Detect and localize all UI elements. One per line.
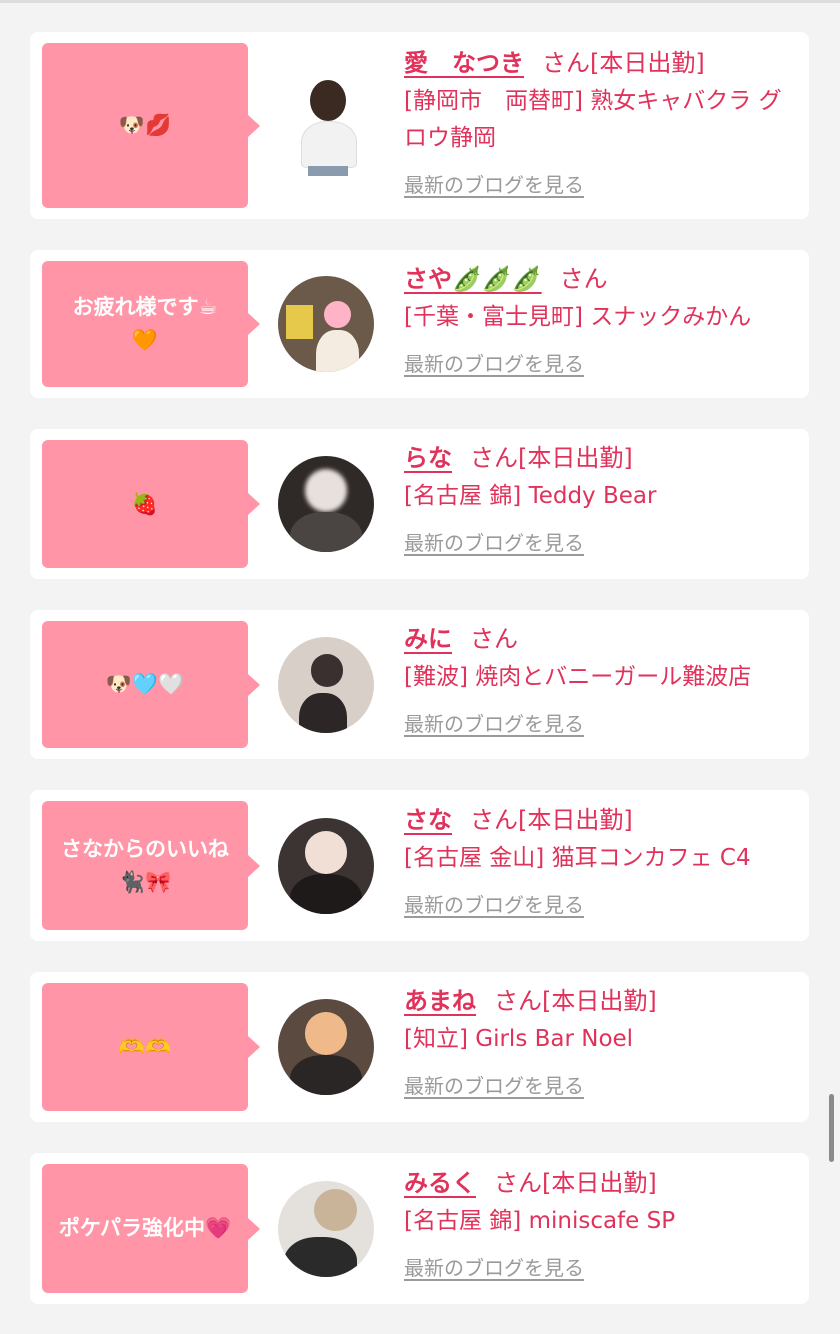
- girl-photo-icon[interactable]: [278, 999, 374, 1095]
- bubble-text: 🐶💋: [118, 113, 172, 137]
- cast-card: 🐶💋 愛 なつき さん[本日出勤] [静岡市 両替町] 熟女キャバクラ グロウ静岡…: [30, 32, 809, 219]
- blog-link[interactable]: 最新のブログを見る: [404, 708, 584, 737]
- name-line: さや🫛🫛🫛 さん: [404, 262, 789, 296]
- honorific: さん: [494, 987, 542, 1015]
- cast-card: 🍓 らな さん[本日出勤] [名古屋 錦] Teddy Bear 最新のブログを見…: [30, 429, 809, 579]
- message-bubble: さなからのいいね 🐈‍⬛🎀: [42, 801, 260, 930]
- message-bubble: 🍓: [42, 440, 260, 568]
- girl-photo-icon[interactable]: [292, 74, 364, 176]
- shop-name: [知立] Girls Bar Noel: [404, 1026, 634, 1052]
- name-line: さな さん[本日出勤]: [404, 803, 789, 837]
- top-divider: [0, 0, 840, 3]
- blog-link[interactable]: 最新のブログを見る: [404, 889, 584, 918]
- name-line: あまね さん[本日出勤]: [404, 984, 789, 1018]
- message-bubble: 🫶🫶: [42, 983, 260, 1111]
- message-bubble: 🐶💋: [42, 43, 260, 208]
- blog-link[interactable]: 最新のブログを見る: [404, 169, 584, 198]
- shop-name: [千葉・富士見町] スナックみかん: [404, 304, 752, 330]
- cast-info: さな さん[本日出勤] [名古屋 金山] 猫耳コンカフェ C4 最新のブログを見る: [404, 803, 789, 918]
- cast-card: 🫶🫶 あまね さん[本日出勤] [知立] Girls Bar Noel 最新のブロ…: [30, 972, 809, 1122]
- cast-card: さなからのいいね 🐈‍⬛🎀 さな さん[本日出勤] [名古屋 金山] 猫耳コンカフ…: [30, 790, 809, 941]
- cast-info: らな さん[本日出勤] [名古屋 錦] Teddy Bear 最新のブログを見る: [404, 441, 789, 556]
- bubble-text: 🐶🩵🤍: [105, 672, 185, 696]
- cast-info: みに さん [難波] 焼肉とバニーガール難波店 最新のブログを見る: [404, 622, 789, 737]
- shop-name: [名古屋 錦] miniscafe SP: [404, 1208, 676, 1234]
- attendance-status: [本日出勤]: [542, 987, 657, 1015]
- message-bubble: 🐶🩵🤍: [42, 621, 260, 748]
- honorific: さん: [470, 625, 518, 653]
- bubble-text: 🍓: [131, 491, 159, 516]
- bubble-text: お疲れ様です☕ 🧡: [72, 295, 218, 352]
- bubble-text: さなからのいいね 🐈‍⬛🎀: [61, 836, 229, 894]
- cast-card: お疲れ様です☕ 🧡 さや🫛🫛🫛 さん [千葉・富士見町] スナックみかん 最新のブ…: [30, 250, 809, 398]
- shop-name: [名古屋 錦] Teddy Bear: [404, 483, 657, 509]
- cast-name-link[interactable]: みに: [404, 625, 452, 653]
- cast-name-link[interactable]: らな: [404, 444, 452, 472]
- name-line: らな さん[本日出勤]: [404, 441, 789, 475]
- girl-photo-icon[interactable]: [278, 276, 374, 372]
- attendance-status: [本日出勤]: [518, 444, 633, 472]
- message-bubble: お疲れ様です☕ 🧡: [42, 261, 260, 387]
- shop-name: [難波] 焼肉とバニーガール難波店: [404, 664, 752, 690]
- message-bubble: ポケパラ強化中💗: [42, 1164, 260, 1293]
- bubble-text: ポケパラ強化中💗: [58, 1216, 232, 1240]
- girl-photo-icon[interactable]: [278, 637, 374, 733]
- cast-card: ポケパラ強化中💗 みるく さん[本日出勤] [名古屋 錦] miniscafe S…: [30, 1153, 809, 1304]
- girl-photo-icon[interactable]: [278, 818, 374, 914]
- cast-name-link[interactable]: あまね: [404, 987, 476, 1015]
- cast-name-link[interactable]: 愛 なつき: [404, 49, 524, 77]
- cast-info: あまね さん[本日出勤] [知立] Girls Bar Noel 最新のブログを見…: [404, 984, 789, 1099]
- cast-name-link[interactable]: みるく: [404, 1169, 476, 1197]
- honorific: さん: [559, 265, 608, 293]
- honorific: さん: [470, 444, 518, 472]
- bubble-text: 🫶🫶: [118, 1034, 172, 1059]
- cast-info: さや🫛🫛🫛 さん [千葉・富士見町] スナックみかん 最新のブログを見る: [404, 262, 789, 377]
- cast-name-link[interactable]: さや🫛🫛🫛: [404, 265, 542, 293]
- girl-photo-icon[interactable]: [278, 1181, 374, 1277]
- attendance-status: [本日出勤]: [542, 1169, 657, 1197]
- blog-link[interactable]: 最新のブログを見る: [404, 1252, 584, 1281]
- cast-info: みるく さん[本日出勤] [名古屋 錦] miniscafe SP 最新のブログを…: [404, 1166, 789, 1281]
- girl-photo-icon[interactable]: [278, 456, 374, 552]
- name-line: みに さん: [404, 622, 789, 656]
- honorific: さん: [542, 49, 590, 77]
- name-line: 愛 なつき さん[本日出勤]: [404, 46, 789, 80]
- blog-link[interactable]: 最新のブログを見る: [404, 527, 584, 556]
- shop-name: [静岡市 両替町] 熟女キャバクラ グロウ静岡: [404, 88, 782, 151]
- scrollbar-thumb[interactable]: [829, 1094, 834, 1162]
- cast-name-link[interactable]: さな: [404, 806, 452, 834]
- blog-link[interactable]: 最新のブログを見る: [404, 1070, 584, 1099]
- cast-card: 🐶🩵🤍 みに さん [難波] 焼肉とバニーガール難波店 最新のブログを見る: [30, 610, 809, 759]
- name-line: みるく さん[本日出勤]: [404, 1166, 789, 1200]
- honorific: さん: [494, 1169, 542, 1197]
- attendance-status: [本日出勤]: [590, 49, 705, 77]
- cast-info: 愛 なつき さん[本日出勤] [静岡市 両替町] 熟女キャバクラ グロウ静岡 最新…: [404, 46, 789, 198]
- honorific: さん: [470, 806, 518, 834]
- blog-link[interactable]: 最新のブログを見る: [404, 348, 584, 377]
- shop-name: [名古屋 金山] 猫耳コンカフェ C4: [404, 845, 751, 871]
- attendance-status: [本日出勤]: [518, 806, 633, 834]
